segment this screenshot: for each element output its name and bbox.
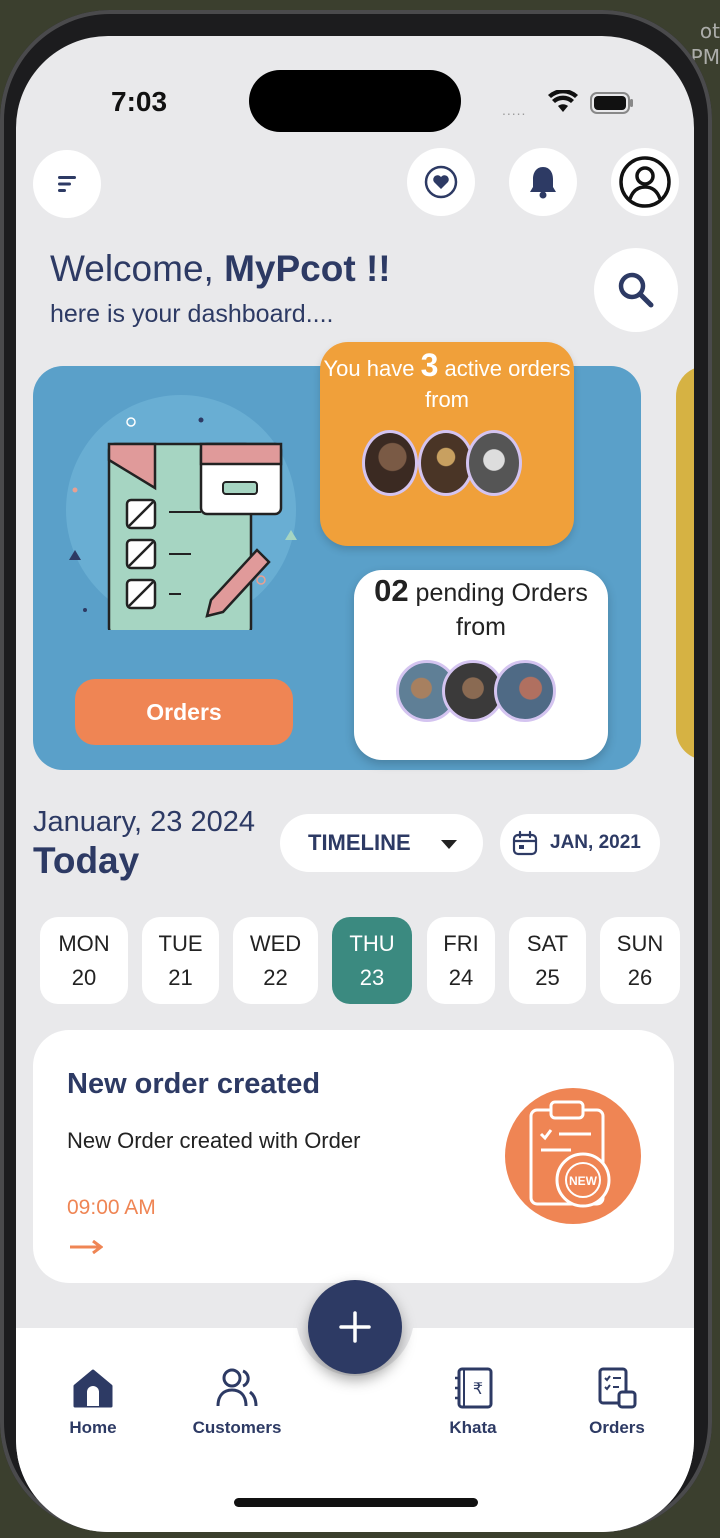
orders-icon: [598, 1367, 637, 1409]
day-chip-mon[interactable]: MON 20: [40, 917, 128, 1004]
plus-icon: [339, 1311, 371, 1343]
badge-text: NEW: [569, 1174, 598, 1188]
checklist-illustration: [66, 395, 297, 630]
svg-text:₹: ₹: [473, 1379, 483, 1398]
calendar-icon: [512, 830, 538, 856]
day-chip-sun[interactable]: SUN 26: [600, 917, 680, 1004]
timeline-label: TIMELINE: [308, 830, 411, 855]
heart-icon: [424, 165, 458, 199]
date-picker-label: JAN, 2021: [550, 832, 641, 853]
day-chip-fri[interactable]: FRI 24: [427, 917, 495, 1004]
welcome-heading: Welcome, MyPcot !!: [50, 248, 391, 289]
day-chip-thu[interactable]: THU 23: [332, 917, 412, 1004]
pending-orders-card[interactable]: 02 pending Orders from: [354, 570, 608, 760]
signal-dots: .....: [502, 102, 527, 118]
arrow-right-icon[interactable]: [69, 1240, 103, 1254]
ledger-icon: ₹: [455, 1367, 493, 1409]
order-time: 09:00 AM: [67, 1196, 156, 1219]
user-circle-icon: [619, 156, 671, 208]
today-heading: Today: [33, 840, 140, 881]
current-date-label: January, 23 2024: [33, 806, 255, 838]
avatar: [466, 430, 522, 496]
avatar: [494, 660, 556, 722]
order-description: New Order created with Order: [67, 1128, 361, 1153]
next-carousel-card[interactable]: [676, 366, 694, 760]
home-icon: [73, 1369, 113, 1408]
orders-button[interactable]: Orders: [75, 679, 293, 745]
nav-orders[interactable]: Orders: [557, 1366, 677, 1438]
clipboard-icon: NEW: [529, 1100, 611, 1208]
phone-frame: 7:03 ..... Welcome, MyPcot !! here is yo…: [0, 10, 712, 1532]
date-picker-button[interactable]: JAN, 2021: [500, 814, 660, 872]
timeline-dropdown[interactable]: TIMELINE: [280, 814, 483, 872]
day-chip-tue[interactable]: TUE 21: [142, 917, 219, 1004]
avatar: [362, 430, 418, 496]
pending-orders-text: 02 pending Orders from: [374, 573, 588, 642]
search-button[interactable]: [594, 248, 678, 332]
users-icon: [216, 1368, 258, 1407]
wifi-icon: [548, 90, 578, 112]
active-orders-text: You have 3 active orders from: [323, 347, 571, 412]
menu-icon: [58, 176, 76, 192]
menu-button[interactable]: [33, 150, 101, 218]
day-chip-sat[interactable]: SAT 25: [509, 917, 586, 1004]
home-indicator: [234, 1498, 478, 1507]
status-time: 7:03: [111, 86, 168, 117]
order-title: New order created: [67, 1068, 321, 1100]
dashboard-subtitle: here is your dashboard....: [50, 300, 334, 328]
search-icon: [618, 272, 654, 308]
app-screen: 7:03 ..... Welcome, MyPcot !! here is yo…: [16, 36, 694, 1532]
nav-khata[interactable]: ₹ Khata: [413, 1366, 533, 1438]
nav-home[interactable]: Home: [33, 1366, 153, 1438]
day-chip-wed[interactable]: WED 22: [233, 917, 318, 1004]
bell-icon: [530, 167, 556, 199]
profile-button[interactable]: [611, 148, 679, 216]
dynamic-island: [249, 70, 461, 132]
battery-icon: [590, 92, 633, 114]
active-orders-card[interactable]: You have 3 active orders from: [320, 342, 574, 546]
nav-customers[interactable]: Customers: [177, 1366, 297, 1438]
active-orders-count: 3: [420, 347, 439, 383]
chevron-down-icon: [441, 840, 457, 849]
new-order-badge: NEW: [505, 1088, 641, 1224]
order-event-card[interactable]: New order created New Order created with…: [33, 1030, 674, 1283]
pending-orders-count: 02: [374, 573, 409, 608]
favorites-button[interactable]: [407, 148, 475, 216]
notifications-button[interactable]: [509, 148, 577, 216]
add-button[interactable]: [308, 1280, 402, 1374]
